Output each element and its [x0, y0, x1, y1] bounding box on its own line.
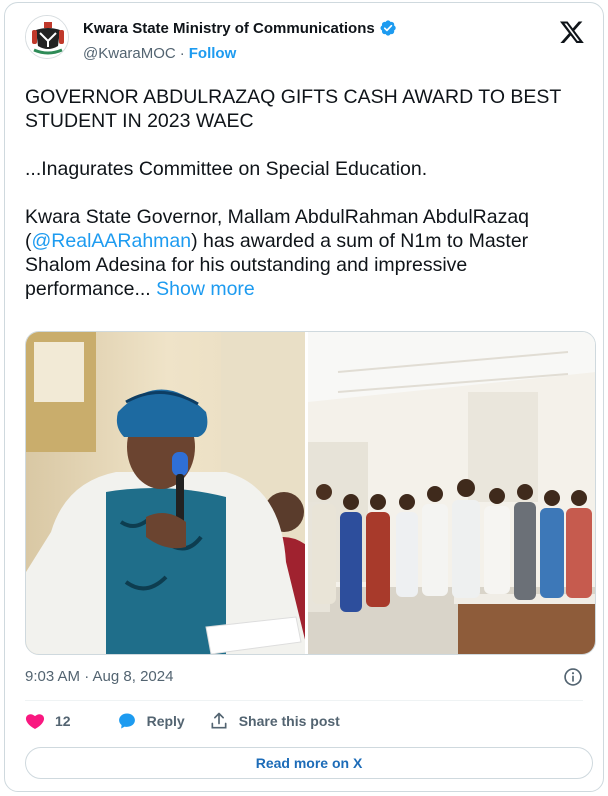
- post-text: GOVERNOR ABDULRAZAQ GIFTS CASH AWARD TO …: [25, 85, 595, 301]
- post-timestamp[interactable]: 9:03 AM · Aug 8, 2024: [25, 668, 173, 685]
- like-count: 12: [55, 713, 71, 729]
- coat-of-arms-icon: [26, 16, 68, 58]
- media-grid: [25, 331, 596, 655]
- handle-row: @KwaraMOC · Follow: [83, 45, 236, 62]
- display-name[interactable]: Kwara State Ministry of Communications: [83, 20, 375, 37]
- post-subhead: ...Inagurates Committee on Special Educa…: [25, 158, 428, 180]
- photo-group[interactable]: [308, 332, 595, 654]
- separator-dot: ·: [179, 45, 185, 62]
- reply-bubble-icon: [118, 713, 135, 729]
- info-icon[interactable]: [563, 667, 583, 687]
- post-card: Kwara State Ministry of Communications @…: [4, 2, 604, 792]
- post-headline: GOVERNOR ABDULRAZAQ GIFTS CASH AWARD TO …: [25, 86, 561, 132]
- photo-group-image: [308, 332, 595, 654]
- share-label: Share this post: [238, 713, 340, 729]
- mention-link[interactable]: @RealAARahman: [32, 230, 192, 252]
- photo-woman-speaking-image: [26, 332, 306, 654]
- divider: [25, 700, 583, 701]
- reply-label: Reply: [146, 713, 185, 729]
- share-button[interactable]: Share this post: [209, 711, 340, 731]
- post-body: Kwara State Governor, Mallam AbdulRahman…: [25, 205, 595, 301]
- reply-button[interactable]: Reply: [117, 711, 185, 731]
- account-name-row: Kwara State Ministry of Communications: [83, 19, 397, 37]
- action-bar: 12 Reply Share this post: [25, 711, 364, 731]
- avatar[interactable]: [25, 15, 69, 59]
- heart-icon: [25, 714, 45, 729]
- follow-button[interactable]: Follow: [189, 45, 237, 62]
- photo-woman-speaking[interactable]: [26, 332, 309, 654]
- like-button[interactable]: 12: [25, 711, 93, 731]
- x-logo-icon[interactable]: [559, 19, 585, 45]
- show-more-link[interactable]: Show more: [156, 278, 255, 300]
- account-handle[interactable]: @KwaraMOC: [83, 45, 176, 62]
- share-icon: [211, 712, 227, 729]
- read-more-button[interactable]: Read more on X: [25, 747, 593, 779]
- verified-badge-icon: [380, 20, 396, 36]
